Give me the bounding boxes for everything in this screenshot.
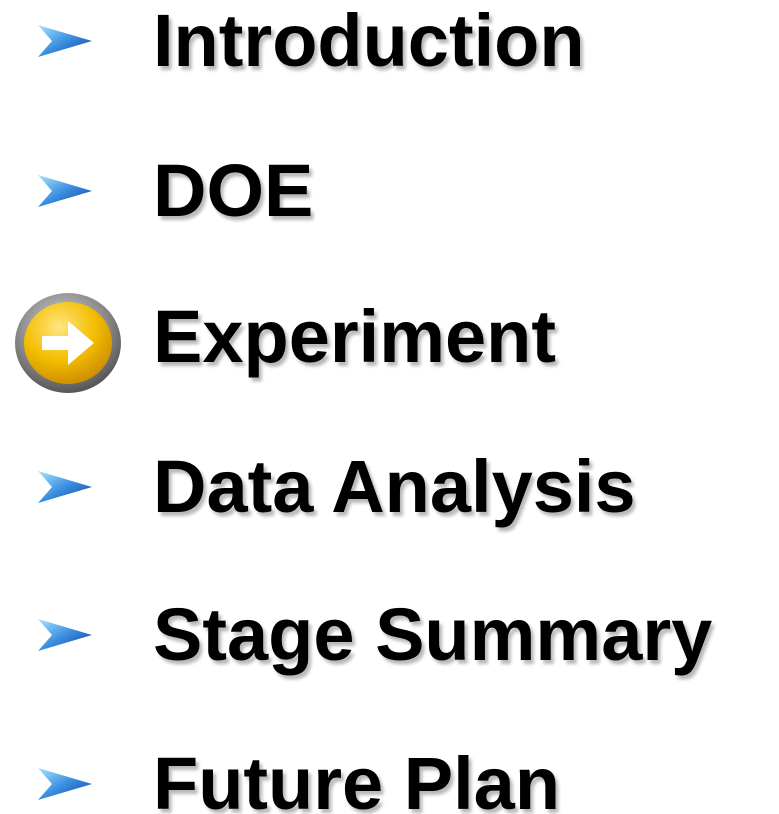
agenda-item-experiment: Experiment (0, 287, 779, 393)
agenda-item-label: Stage Summary (153, 593, 713, 676)
agenda-item-label: Introduction (153, 0, 585, 82)
agenda-item-doe: DOE (0, 141, 779, 241)
agenda-item-label: Experiment (153, 295, 557, 378)
agenda-item-future-plan: Future Plan (0, 734, 779, 814)
agenda-item-introduction: Introduction (0, 0, 779, 91)
chevron-right-icon (38, 619, 92, 651)
agenda-item-label: DOE (153, 149, 314, 232)
chevron-right-icon (38, 175, 92, 207)
agenda-item-label: Future Plan (153, 742, 561, 814)
arrow-circle-icon (15, 293, 121, 393)
agenda-item-label: Data Analysis (153, 445, 636, 528)
agenda-item-data-analysis: Data Analysis (0, 437, 779, 537)
chevron-right-icon (38, 471, 92, 503)
agenda-list: Introduction DOE Experiment Data Analysi… (0, 0, 779, 814)
agenda-item-stage-summary: Stage Summary (0, 585, 779, 685)
chevron-right-icon (38, 768, 92, 800)
chevron-right-icon (38, 25, 92, 57)
